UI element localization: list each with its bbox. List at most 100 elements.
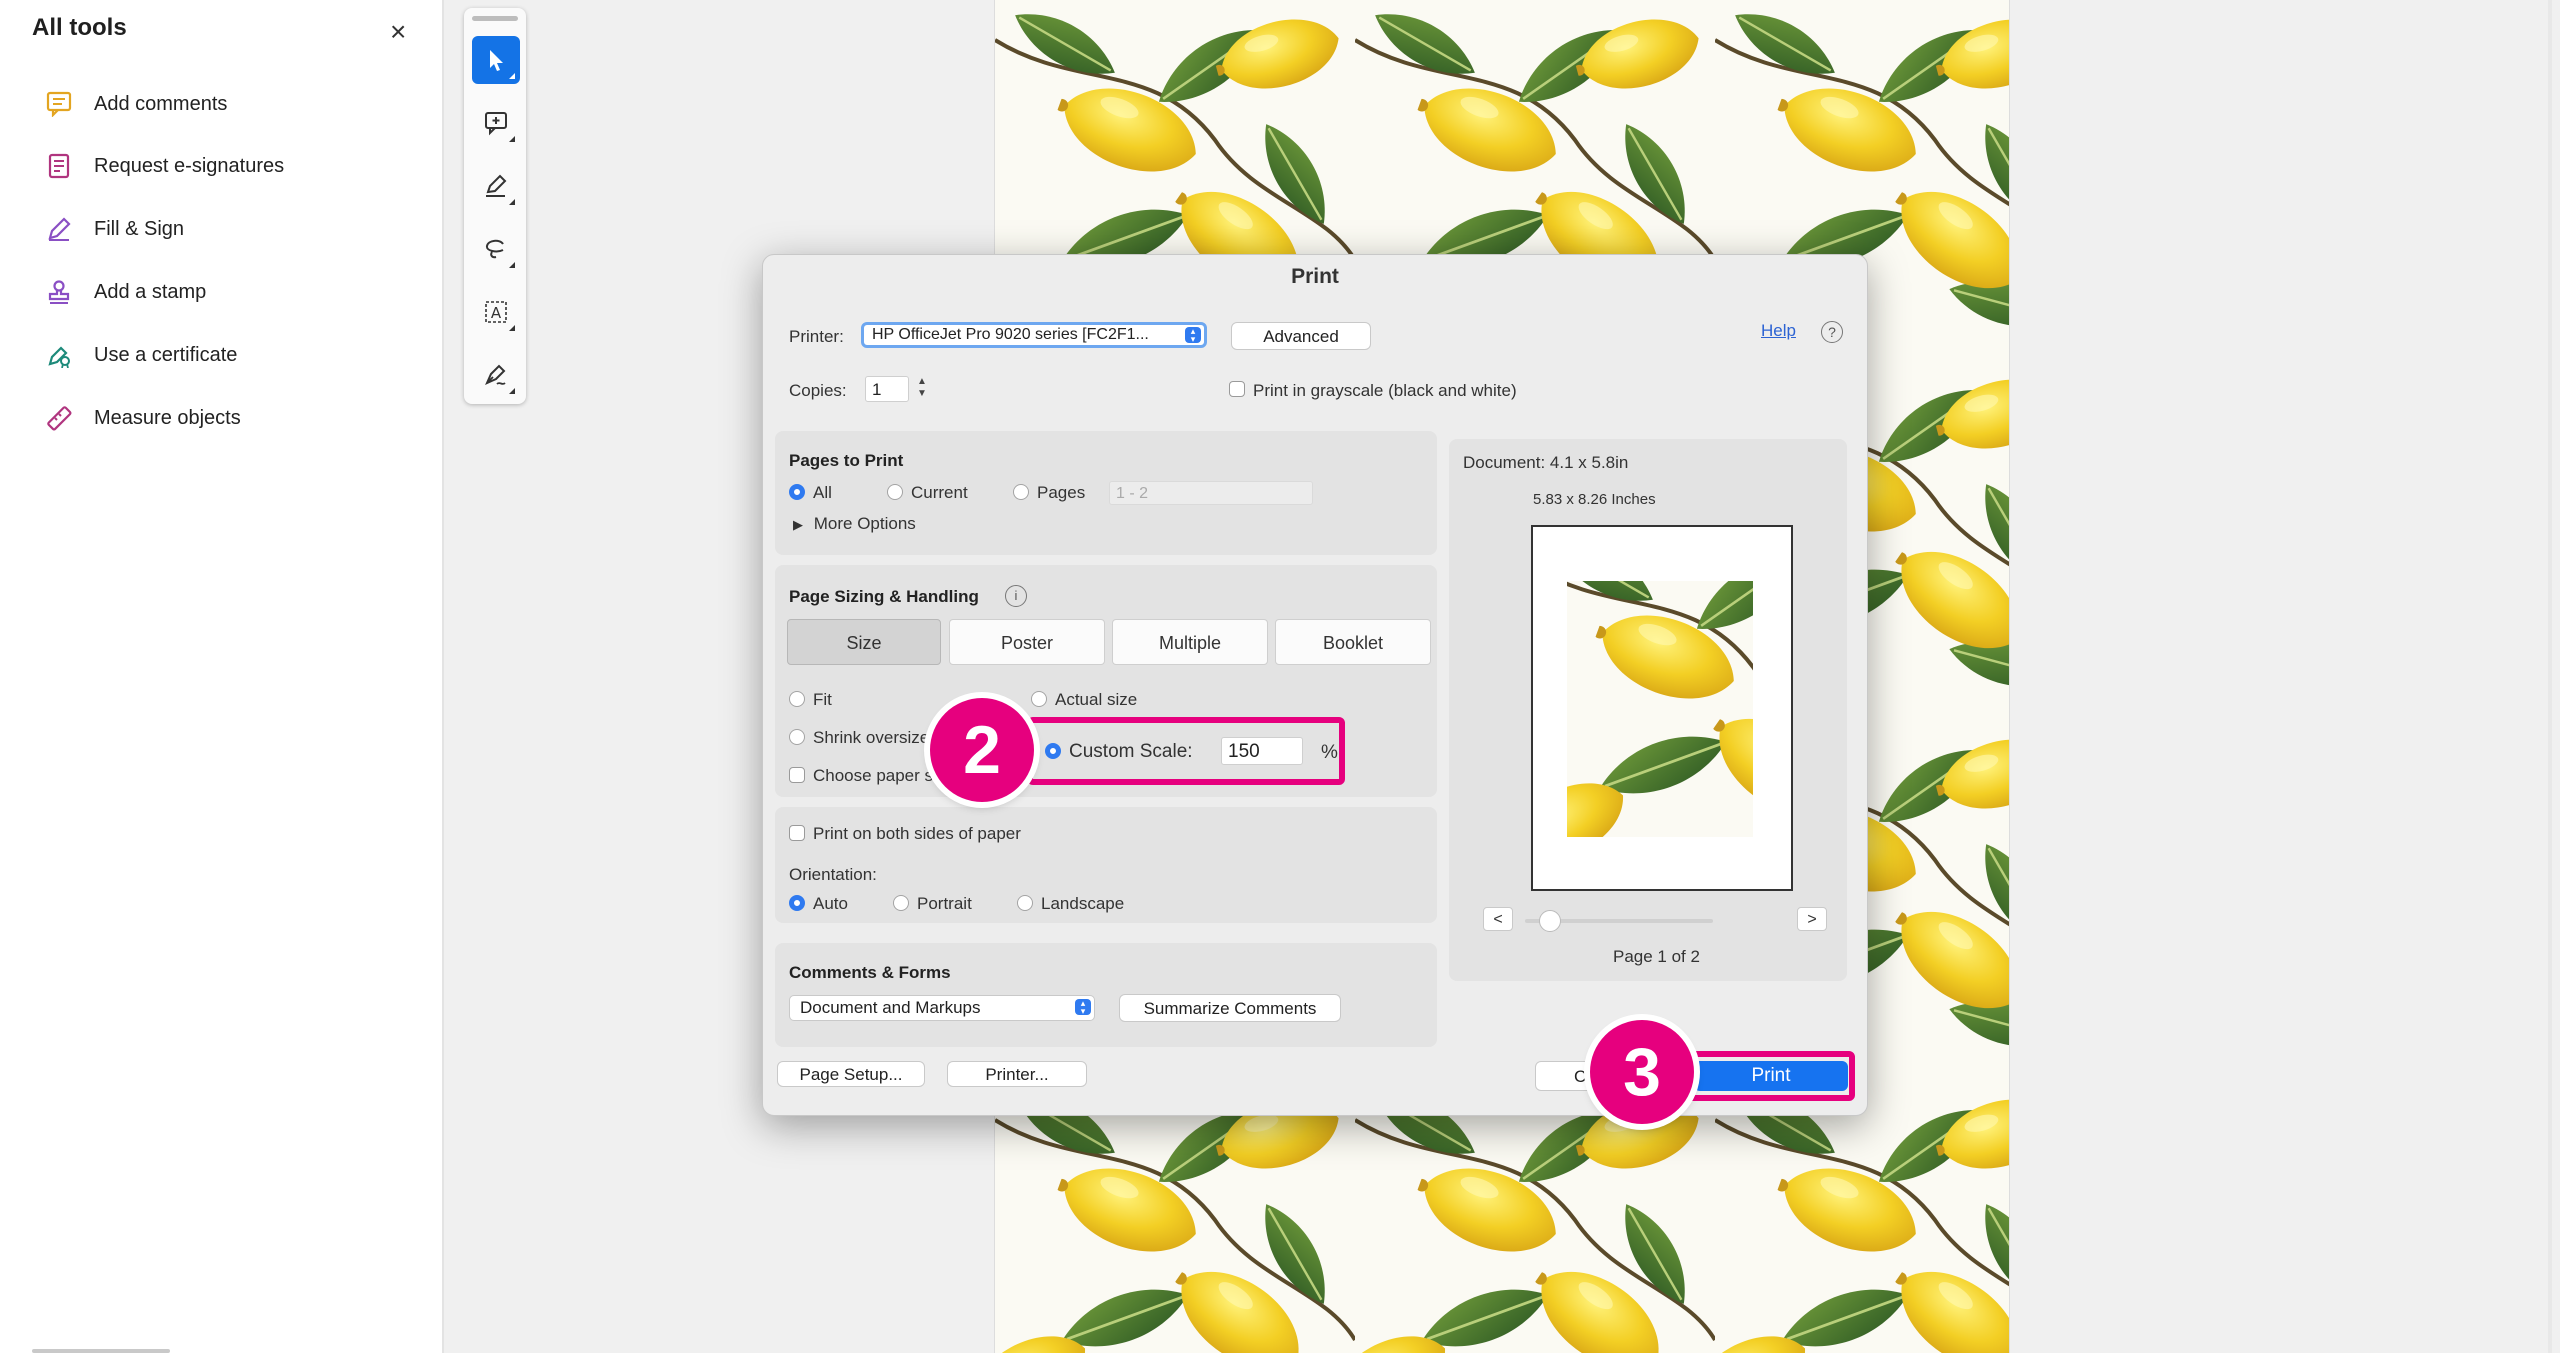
choose-paper-checkbox[interactable] [789,767,805,783]
comments-forms-title: Comments & Forms [789,963,951,982]
preview-slider-knob[interactable] [1539,910,1561,932]
orientation-title: Orientation: [789,865,877,884]
orientation-auto-label: Auto [813,894,848,913]
tab-size[interactable]: Size [787,619,941,665]
tool-label: Fill & Sign [94,217,185,240]
page-count-label: Page 1 of 2 [1613,947,1700,966]
tool-label: Add a stamp [94,280,207,303]
e-signature-icon [44,151,74,181]
actual-size-radio[interactable] [1031,691,1047,707]
help-link[interactable]: Help [1761,321,1796,341]
more-options-disclosure[interactable]: ▶ More Options [793,514,916,534]
pages-to-print-section [775,431,1437,555]
tool-add-comments[interactable]: Add comments [44,84,227,124]
tab-multiple[interactable]: Multiple [1112,619,1268,665]
quick-tools-toolbar: A [464,8,526,404]
pages-range-field[interactable]: 1 - 2 [1109,481,1313,505]
tool-fill-and-sign[interactable]: Fill & Sign [44,209,184,249]
all-tools-panel: All tools × Add comments Request e-signa… [0,0,444,1353]
orientation-auto-radio[interactable] [789,895,805,911]
print-button-highlight [1685,1051,1855,1101]
pages-to-print-title: Pages to Print [789,451,904,470]
comments-forms-select[interactable]: Document and Markups ▴ ▾ [789,995,1095,1021]
dialog-title: Print [1291,265,1339,288]
paper-size-label: 5.83 x 8.26 Inches [1533,491,1656,508]
pages-current-label: Current [911,483,968,502]
orientation-landscape-label: Landscape [1041,894,1125,913]
close-icon[interactable]: × [390,14,406,50]
info-icon[interactable]: i [1005,585,1027,607]
help-icon[interactable]: ? [1821,321,1843,343]
actual-size-label: Actual size [1055,690,1138,709]
copies-field[interactable]: 1 [865,376,909,402]
text-select-icon[interactable]: A [472,288,520,336]
add-comment-icon[interactable] [472,99,520,147]
summarize-comments-button[interactable]: Summarize Comments [1119,994,1341,1022]
tool-label: Request e-signatures [94,154,285,177]
tool-add-stamp[interactable]: Add a stamp [44,272,206,312]
panel-title: All tools [32,14,127,41]
custom-scale-highlight [1027,717,1345,785]
tool-label: Measure objects [94,406,241,429]
tool-label: Use a certificate [94,343,238,366]
tool-use-certificate[interactable]: Use a certificate [44,335,237,375]
chevron-updown-icon: ▴ ▾ [1075,999,1091,1016]
printer-button[interactable]: Printer... [947,1061,1087,1087]
grayscale-label: Print in grayscale (black and white) [1253,381,1517,400]
printer-select-value: HP OfficeJet Pro 9020 series [FC2F1... [872,326,1149,343]
pages-range-label: Pages [1037,483,1086,502]
more-options-label: More Options [813,514,916,533]
stamp-icon [44,277,74,307]
print-dialog: Print Printer: HP OfficeJet Pro 9020 ser… [762,254,1868,1116]
preview-prev-button[interactable]: < [1483,907,1513,931]
duplex-checkbox[interactable] [789,825,805,841]
orientation-landscape-radio[interactable] [1017,895,1033,911]
tool-measure-objects[interactable]: Measure objects [44,398,241,438]
copies-stepper-icon[interactable]: ▲ ▼ [915,376,929,402]
toolbar-drag-handle[interactable] [472,16,518,21]
fit-radio[interactable] [789,691,805,707]
page-sizing-title: Page Sizing & Handling [789,587,979,606]
triangle-right-icon: ▶ [793,517,803,532]
duplex-label: Print on both sides of paper [813,824,1021,843]
panel-scrollbar[interactable] [32,1349,170,1353]
certificate-icon [44,340,74,370]
select-pointer-icon[interactable] [472,36,520,84]
tool-request-e-signatures[interactable]: Request e-signatures [44,146,284,186]
grayscale-checkbox[interactable] [1229,381,1245,397]
document-size-label: Document: 4.1 x 5.8in [1463,453,1629,472]
printer-select[interactable]: HP OfficeJet Pro 9020 series [FC2F1... ▴… [861,322,1207,348]
shrink-oversize-label: Shrink oversize [813,728,930,747]
comment-icon [44,89,74,119]
ruler-icon [44,403,74,433]
printer-label: Printer: [789,327,844,346]
print-preview-thumbnail [1531,525,1793,891]
preview-next-button[interactable]: > [1797,907,1827,931]
sign-pen-icon[interactable] [472,351,520,399]
tab-poster[interactable]: Poster [949,619,1105,665]
choose-paper-label: Choose paper s [813,766,934,785]
orientation-portrait-radio[interactable] [893,895,909,911]
comments-forms-select-value: Document and Markups [800,998,981,1017]
step-2-badge: 2 [930,698,1034,802]
tool-label: Add comments [94,92,228,115]
pages-all-label: All [813,483,832,502]
chevron-updown-icon: ▴ ▾ [1185,327,1201,344]
preview-lemon-image [1533,527,1791,889]
lasso-draw-icon[interactable] [472,225,520,273]
page-setup-button[interactable]: Page Setup... [777,1061,925,1087]
orientation-portrait-label: Portrait [917,894,972,913]
pages-range-radio[interactable] [1013,484,1029,500]
copies-label: Copies: [789,381,847,400]
pen-sign-icon [44,214,74,244]
pages-current-radio[interactable] [887,484,903,500]
tab-booklet[interactable]: Booklet [1275,619,1431,665]
document-scrollbar[interactable] [2548,0,2552,1353]
advanced-button[interactable]: Advanced [1231,322,1371,350]
pages-all-radio[interactable] [789,484,805,500]
step-3-badge: 3 [1590,1020,1694,1124]
fit-label: Fit [813,690,832,709]
shrink-oversize-radio[interactable] [789,729,805,745]
svg-text:A: A [491,304,502,322]
highlight-pen-icon[interactable] [472,162,520,210]
